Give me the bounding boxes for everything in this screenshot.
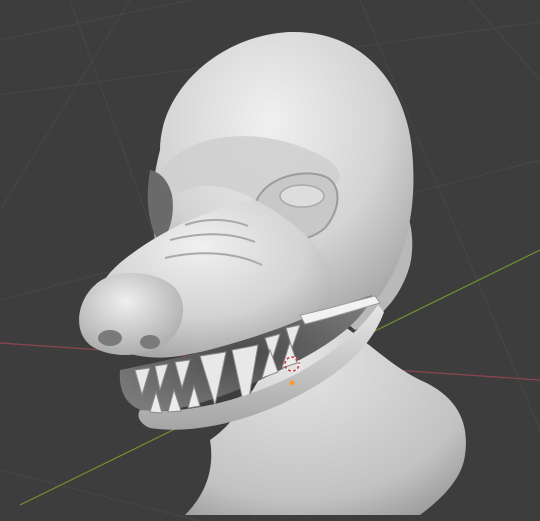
sculpt-model[interactable] — [0, 0, 540, 521]
nostril-left — [98, 330, 122, 346]
object-origin-icon — [289, 380, 295, 386]
3d-viewport[interactable] — [0, 0, 540, 521]
nostril-right — [140, 335, 160, 349]
eye-opening — [279, 184, 325, 208]
